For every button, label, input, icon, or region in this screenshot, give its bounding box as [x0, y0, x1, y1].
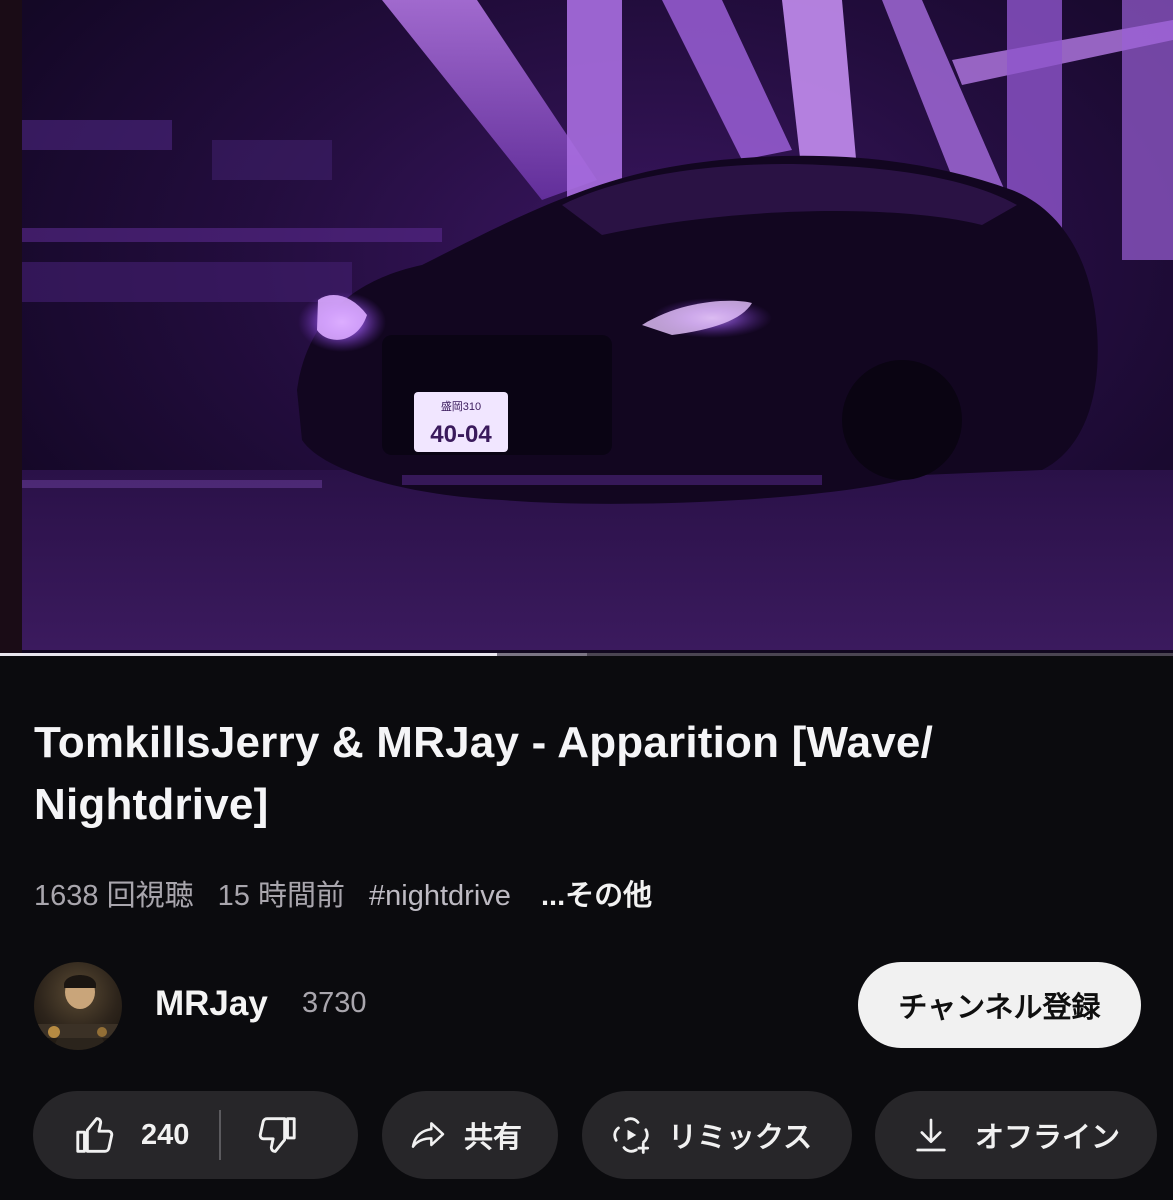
subscribe-button[interactable]: チャンネル登録	[858, 962, 1141, 1048]
watch-page: 盛岡310 40-04 TomkillsJerry & MRJay - Appa…	[0, 0, 1173, 1200]
upload-age: 15 時間前	[217, 880, 345, 912]
svg-text:40-04: 40-04	[430, 421, 492, 448]
thumbs-down-icon	[259, 1117, 297, 1153]
video-title-line-2: Nightdrive]	[34, 780, 269, 829]
remix-label: リミックス	[668, 1122, 813, 1154]
video-frame[interactable]: 盛岡310 40-04	[22, 0, 1173, 650]
share-label: 共有	[464, 1122, 523, 1154]
view-count: 1638 回視聴	[34, 880, 194, 912]
remix-icon	[613, 1117, 650, 1154]
action-bar: 240 共有 リミックス オフライン	[33, 1091, 1173, 1179]
download-icon	[916, 1118, 946, 1152]
dislike-button[interactable]	[221, 1091, 299, 1179]
more-description-link[interactable]: ...その他	[541, 880, 652, 912]
like-button[interactable]: 240	[33, 1091, 189, 1179]
progress-played	[0, 653, 498, 656]
video-title-line-1: TomkillsJerry & MRJay - Apparition [Wave…	[34, 718, 934, 767]
channel-row: MRJay 3730 チャンネル登録	[34, 962, 1144, 1050]
video-thumbnail-art: 盛岡310 40-04	[22, 0, 1173, 650]
video-title[interactable]: TomkillsJerry & MRJay - Apparition [Wave…	[34, 712, 1134, 836]
hashtag-link[interactable]: #nightdrive	[369, 880, 511, 912]
like-count: 240	[141, 1118, 190, 1151]
video-progress-bar[interactable]	[0, 653, 1173, 656]
player-edge	[0, 0, 22, 656]
channel-name[interactable]: MRJay	[155, 984, 268, 1024]
offline-download-button[interactable]: オフライン	[875, 1091, 1157, 1179]
remix-button[interactable]: リミックス	[582, 1091, 852, 1179]
video-player[interactable]: 盛岡310 40-04	[0, 0, 1173, 656]
subscriber-count: 3730	[302, 987, 367, 1019]
thumbs-up-icon	[76, 1117, 114, 1153]
share-arrow-icon	[411, 1122, 445, 1148]
svg-text:盛岡310: 盛岡310	[441, 399, 481, 413]
share-button[interactable]: 共有	[382, 1091, 558, 1179]
avatar-photo	[38, 975, 118, 1050]
video-meta[interactable]: 1638 回視聴 15 時間前 #nightdrive ...その他	[34, 872, 668, 914]
avatar[interactable]	[34, 962, 122, 1050]
offline-label: オフライン	[975, 1122, 1121, 1154]
like-dislike-pill: 240	[33, 1091, 358, 1179]
